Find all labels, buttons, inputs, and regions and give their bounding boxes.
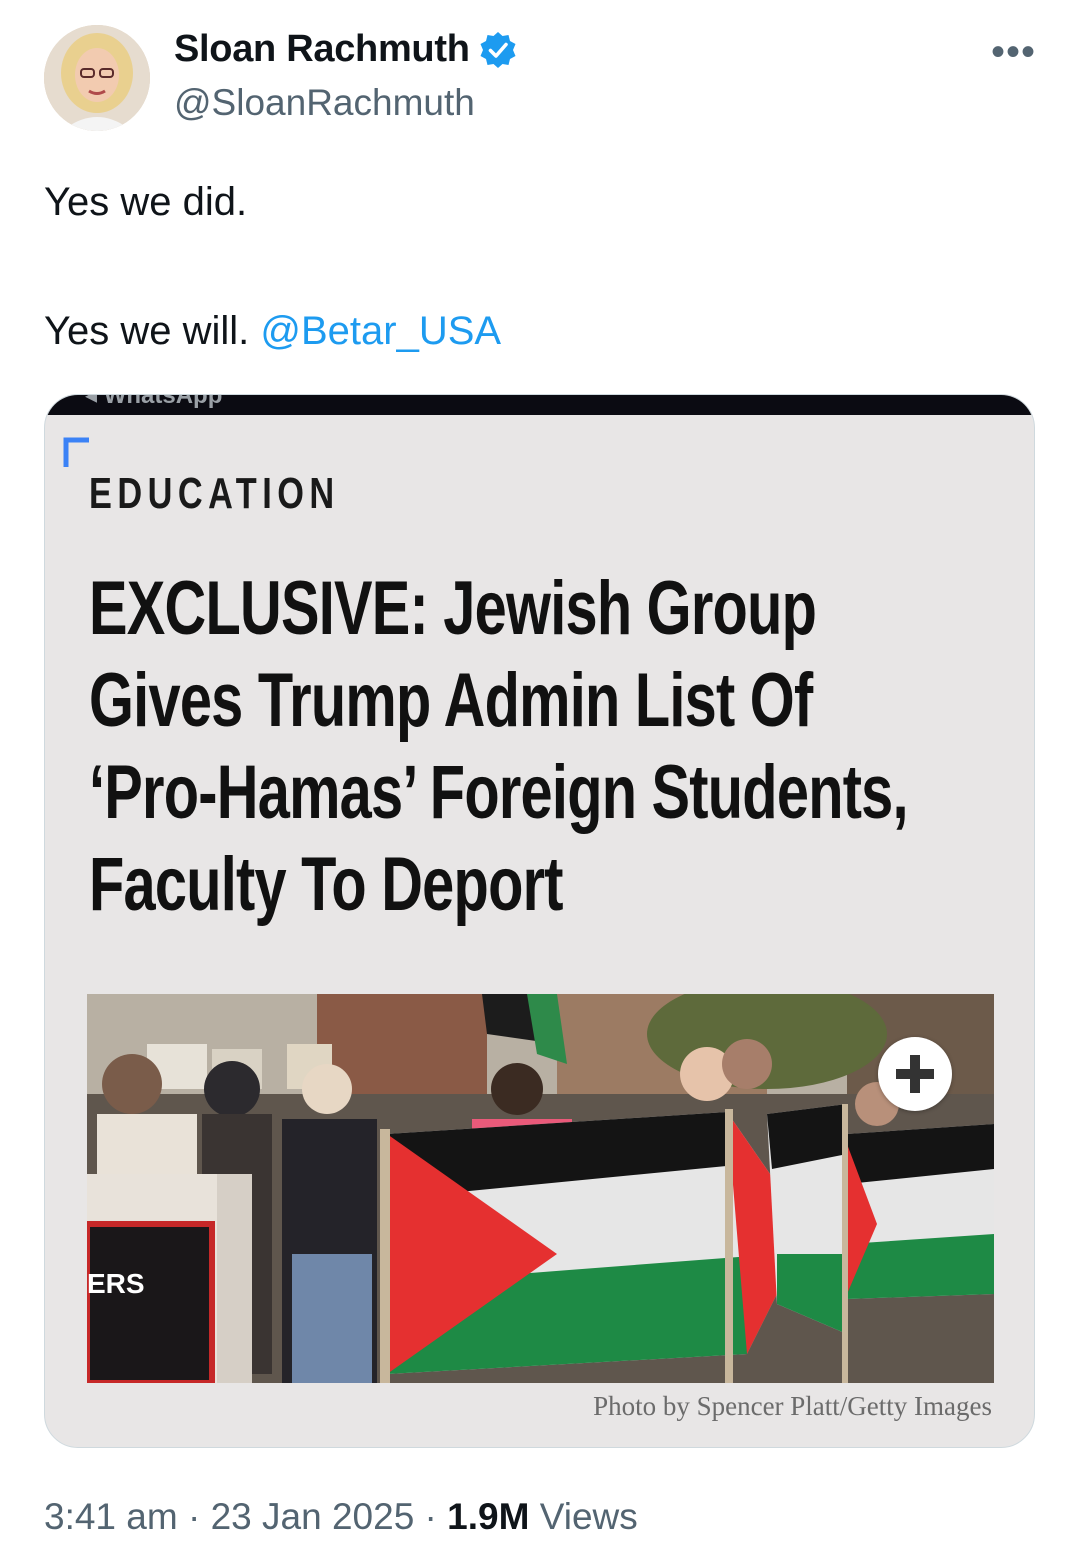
expand-photo-button[interactable] bbox=[878, 1037, 952, 1111]
corner-bracket-icon bbox=[63, 437, 89, 467]
separator: · bbox=[177, 1496, 211, 1537]
verified-badge-icon bbox=[480, 31, 516, 68]
views-count[interactable]: 1.9M bbox=[447, 1496, 529, 1537]
headline-line: Faculty To Deport bbox=[89, 842, 564, 927]
views-label: Views bbox=[529, 1496, 638, 1537]
tweet-date[interactable]: 23 Jan 2025 bbox=[211, 1496, 415, 1537]
tweet-text-line-2-text: Yes we will. bbox=[44, 309, 261, 353]
tweet-text-line-1: Yes we did. bbox=[44, 180, 248, 224]
article-category: EDUCATION bbox=[89, 469, 340, 518]
banner-text: ERS bbox=[87, 1268, 145, 1299]
author-name-row[interactable]: Sloan Rachmuth bbox=[174, 28, 518, 71]
protest-photo-illustration: ERS bbox=[87, 994, 994, 1383]
tweet-media-card[interactable]: ◂ WhatsApp EDUCATION EXCLUSIVE: Jewish G… bbox=[44, 394, 1035, 1448]
mention-link[interactable]: @Betar_USA bbox=[260, 309, 501, 353]
headline-line: EXCLUSIVE: Jewish Group bbox=[89, 566, 817, 651]
photo-credit: Photo by Spencer Platt/Getty Images bbox=[593, 1391, 992, 1421]
separator: · bbox=[414, 1496, 448, 1537]
author-handle[interactable]: @SloanRachmuth bbox=[174, 82, 475, 124]
avatar[interactable] bbox=[44, 25, 150, 131]
screenshot-status-bar: ◂ WhatsApp bbox=[45, 395, 1034, 415]
plus-icon bbox=[896, 1055, 934, 1093]
article-photo[interactable]: ERS bbox=[87, 994, 994, 1383]
author-display-name[interactable]: Sloan Rachmuth bbox=[174, 28, 470, 71]
status-bar-text: ◂ WhatsApp bbox=[85, 395, 223, 409]
more-options-icon[interactable]: ••• bbox=[991, 30, 1036, 75]
headline-line: ‘Pro-Hamas’ Foreign Students, bbox=[89, 750, 909, 835]
tweet-text-line-2: Yes we will. @Betar_USA bbox=[44, 307, 501, 355]
tweet-metadata: 3:41 am · 23 Jan 2025 · 1.9M Views bbox=[44, 1496, 638, 1538]
tweet-time[interactable]: 3:41 am bbox=[44, 1496, 178, 1537]
article-headline: EXCLUSIVE: Jewish Group Gives Trump Admi… bbox=[89, 563, 955, 931]
headline-line: Gives Trump Admin List Of bbox=[89, 658, 813, 743]
